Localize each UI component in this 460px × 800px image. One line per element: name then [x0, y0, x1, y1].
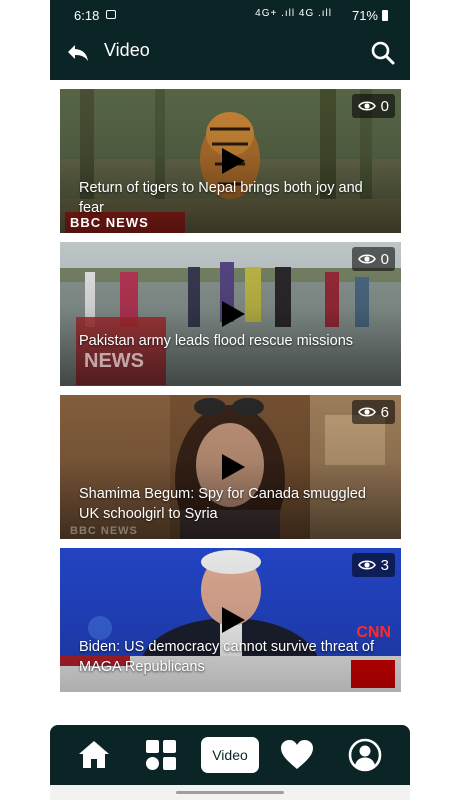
- video-card[interactable]: NEWS 0 Pakistan army leads flood rescue …: [60, 242, 401, 386]
- battery-icon: [382, 10, 388, 21]
- search-button[interactable]: [368, 38, 398, 68]
- top-bar: 6:18 4G+ .ıll 4G .ıll 71% Video: [50, 0, 410, 80]
- play-icon[interactable]: [220, 606, 246, 634]
- view-count: 6: [380, 403, 389, 421]
- gesture-bar: [50, 785, 410, 800]
- app-bar: Video: [50, 30, 410, 76]
- play-icon[interactable]: [220, 300, 246, 328]
- view-count: 0: [380, 250, 389, 268]
- profile-icon: [348, 738, 382, 772]
- eye-icon: [357, 254, 376, 264]
- thumbnail-watermark: NEWS: [84, 350, 144, 372]
- view-count: 3: [380, 556, 389, 574]
- battery-percent: 71%: [351, 8, 378, 23]
- eye-icon: [357, 407, 376, 417]
- play-icon[interactable]: [220, 453, 246, 481]
- eye-icon: [357, 560, 376, 570]
- status-bar: 6:18 4G+ .ıll 4G .ıll 71%: [50, 0, 410, 30]
- video-feed: BBC NEWS 0 Return of tigers to Nepal bri…: [60, 89, 401, 701]
- nav-home[interactable]: [76, 737, 112, 773]
- video-card[interactable]: BBC NEWS 0 Return of tigers to Nepal bri…: [60, 89, 401, 233]
- video-title: Pakistan army leads flood rescue mission…: [79, 333, 354, 349]
- nav-categories[interactable]: [143, 737, 179, 773]
- view-count-badge: 0: [351, 247, 395, 271]
- home-indicator[interactable]: [176, 791, 284, 794]
- video-title: Shamima Begum: Spy for Canada smuggled U…: [79, 486, 366, 522]
- search-icon: [371, 41, 395, 65]
- video-card[interactable]: BBC NEWS 6 Shamima Begum: Spy for Canada…: [60, 395, 401, 539]
- view-count-badge: 0: [351, 94, 395, 118]
- status-time: 6:18: [74, 8, 100, 23]
- phone-screen: 6:18 4G+ .ıll 4G .ıll 71% Video BBC NEWS…: [50, 0, 410, 800]
- heart-icon: [281, 740, 313, 769]
- page-title: Video: [104, 40, 150, 60]
- nav-video-active[interactable]: Video: [201, 737, 259, 773]
- video-title: Return of tigers to Nepal brings both jo…: [79, 180, 363, 216]
- nav-video-label: Video: [212, 747, 248, 763]
- video-card[interactable]: CNN 3 Biden: US democracy cannot survive…: [60, 548, 401, 692]
- eye-icon: [357, 101, 376, 111]
- home-icon: [79, 741, 109, 768]
- view-count-badge: 3: [351, 553, 395, 577]
- view-count: 0: [380, 97, 389, 115]
- reply-back-icon: [68, 45, 88, 61]
- view-count-badge: 6: [351, 400, 395, 424]
- back-button[interactable]: [64, 39, 92, 67]
- network-icons: 4G+ .ıll 4G .ıll: [255, 8, 332, 19]
- nav-profile[interactable]: [347, 737, 383, 773]
- nav-favorites[interactable]: [279, 737, 315, 773]
- bottom-navigation: Video: [50, 725, 410, 785]
- thumbnail-watermark: BBC NEWS: [70, 525, 138, 537]
- image-icon: [106, 10, 116, 19]
- play-icon[interactable]: [220, 147, 246, 175]
- video-title: Biden: US democracy cannot survive threa…: [79, 639, 374, 675]
- grid-icon: [146, 740, 176, 770]
